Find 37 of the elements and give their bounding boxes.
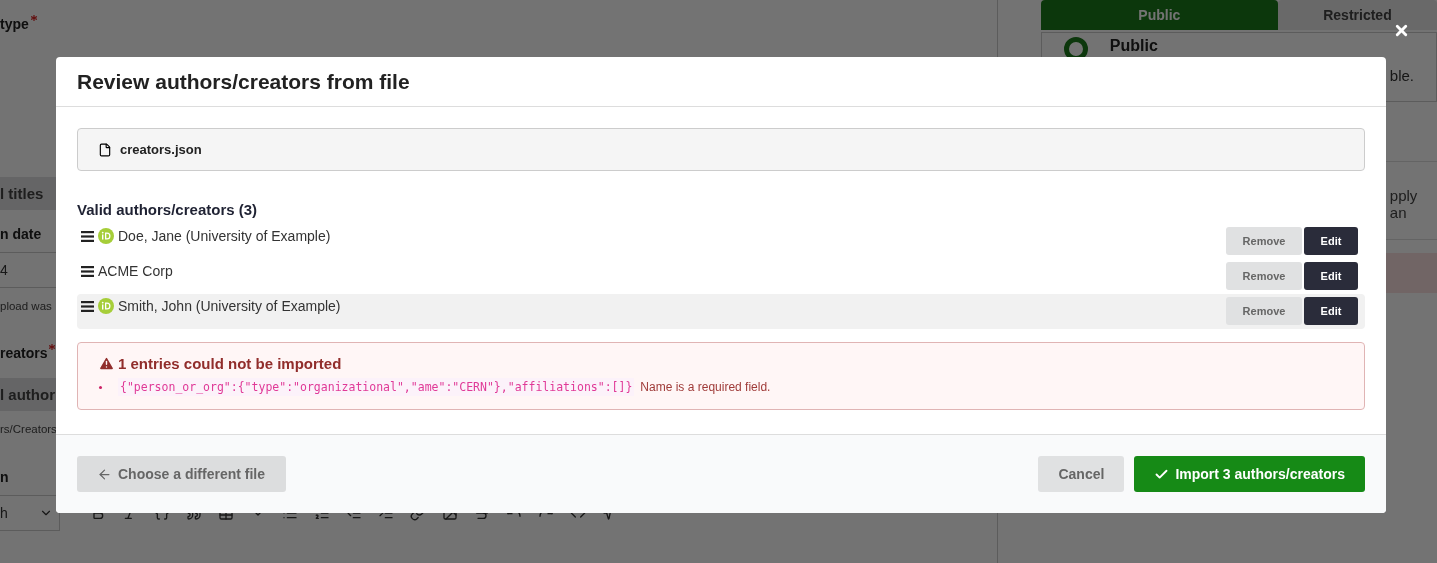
file-icon	[98, 142, 112, 157]
edit-button[interactable]: Edit	[1304, 262, 1358, 290]
option-text: ble.	[1388, 67, 1414, 84]
option-title: Public	[1109, 37, 1159, 55]
drag-handle-icon[interactable]	[81, 230, 94, 242]
field-label: n date	[0, 226, 42, 242]
file-name: creators.json	[120, 142, 202, 157]
creator-row[interactable]: Smith, John (University of Example) Remove Edit	[77, 294, 1365, 329]
creator-row[interactable]: ACME Corp Remove Edit	[77, 259, 1365, 294]
remove-button[interactable]: Remove	[1226, 227, 1302, 255]
warning-icon	[98, 355, 115, 372]
error-title: 1 entries could not be imported	[118, 355, 342, 372]
drag-handle-icon[interactable]	[81, 265, 94, 277]
section-title: Valid authors/creators (3)	[77, 201, 259, 218]
remove-button[interactable]: Remove	[1226, 297, 1302, 325]
field-label: type	[0, 16, 29, 32]
remove-button[interactable]: Remove	[1226, 262, 1302, 290]
import-button[interactable]: Import 3 authors/creators	[1134, 456, 1365, 492]
drag-handle-icon[interactable]	[81, 300, 94, 312]
error-code: {"person_or_org":{"type":"organizational","ame":"CERN"},"affiliations":[]}	[118, 378, 635, 396]
creator-name: Smith, John (University of Example)	[118, 298, 341, 314]
edit-button[interactable]: Edit	[1304, 297, 1358, 325]
creator-name: ACME Corp	[98, 263, 173, 279]
modal-title: Review authors/creators from file	[77, 69, 410, 94]
cancel-button[interactable]: Cancel	[1038, 456, 1125, 492]
field-label: reators	[0, 345, 48, 361]
edit-button[interactable]: Edit	[1304, 227, 1358, 255]
help-text: pload was	[0, 299, 52, 314]
back-button[interactable]: Choose a different file	[77, 456, 286, 492]
field-label: n	[0, 469, 9, 485]
access-tab[interactable]: Restricted	[1277, 0, 1437, 30]
help-text: rs/Creators	[0, 422, 57, 437]
error-text: Name is a required field.	[640, 380, 771, 394]
close-button[interactable]	[1393, 22, 1410, 39]
creator-name: Doe, Jane (University of Example)	[118, 228, 331, 244]
access-tab[interactable]: Public	[1040, 0, 1278, 30]
bullet-icon	[99, 385, 102, 389]
